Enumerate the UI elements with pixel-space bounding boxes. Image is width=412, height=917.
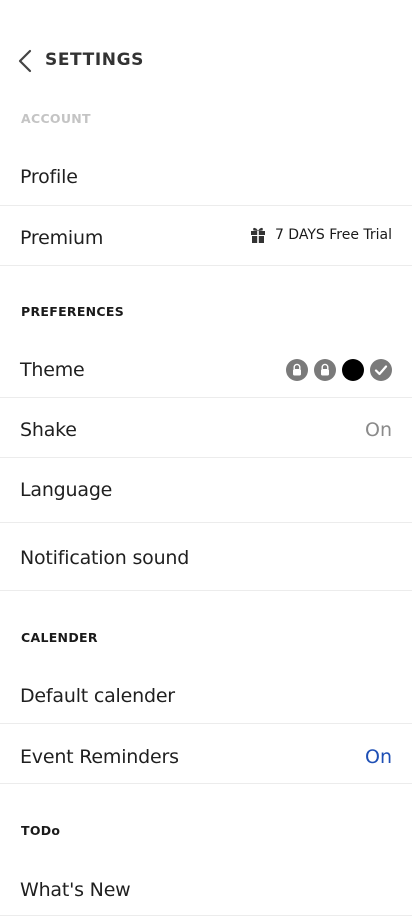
gift-icon: [250, 227, 265, 243]
section-header-todo: TODo: [21, 823, 61, 838]
settings-row-premium[interactable]: Premium 7 DAYS Free Trial: [0, 206, 412, 265]
row-label: Theme: [20, 359, 85, 381]
divider: [0, 590, 412, 591]
section-header-account: ACCOUNT: [21, 111, 91, 126]
divider: [0, 915, 412, 916]
row-label: What's New: [20, 879, 131, 901]
settings-row-event-reminders[interactable]: Event Reminders On: [0, 724, 412, 783]
section-header-preferences: PREFERENCES: [21, 304, 125, 319]
chevron-left-icon[interactable]: [16, 49, 36, 73]
row-label: Profile: [20, 166, 78, 188]
settings-row-shake[interactable]: Shake On: [0, 398, 412, 457]
black-theme-swatch[interactable]: [342, 359, 364, 381]
settings-row-theme[interactable]: Theme: [0, 343, 412, 397]
settings-row-default-calender[interactable]: Default calender: [0, 668, 412, 723]
settings-row-profile[interactable]: Profile: [0, 150, 412, 205]
row-label: Notification sound: [20, 547, 190, 569]
divider: [0, 783, 412, 784]
row-label: Shake: [20, 419, 77, 441]
settings-row-language[interactable]: Language: [0, 458, 412, 522]
row-label: Language: [20, 479, 113, 501]
free-trial-label: 7 DAYS Free Trial: [274, 227, 392, 243]
row-label: Premium: [20, 227, 104, 249]
free-trial-badge[interactable]: 7 DAYS Free Trial: [249, 226, 392, 244]
divider: [0, 265, 412, 266]
checkmark-icon[interactable]: [370, 359, 392, 381]
lock-icon[interactable]: [314, 359, 336, 381]
settings-row-whats-new[interactable]: What's New: [0, 860, 412, 915]
row-label: Default calender: [20, 685, 175, 707]
page-title: SETTINGS: [45, 50, 144, 70]
shake-value: On: [365, 419, 392, 441]
theme-swatches: [286, 359, 392, 381]
settings-row-notification-sound[interactable]: Notification sound: [0, 523, 412, 590]
lock-icon[interactable]: [286, 359, 308, 381]
section-header-calender: CALENDER: [21, 630, 98, 645]
header: SETTINGS: [0, 38, 412, 84]
event-reminders-value[interactable]: On: [365, 746, 392, 768]
row-label: Event Reminders: [20, 746, 179, 768]
